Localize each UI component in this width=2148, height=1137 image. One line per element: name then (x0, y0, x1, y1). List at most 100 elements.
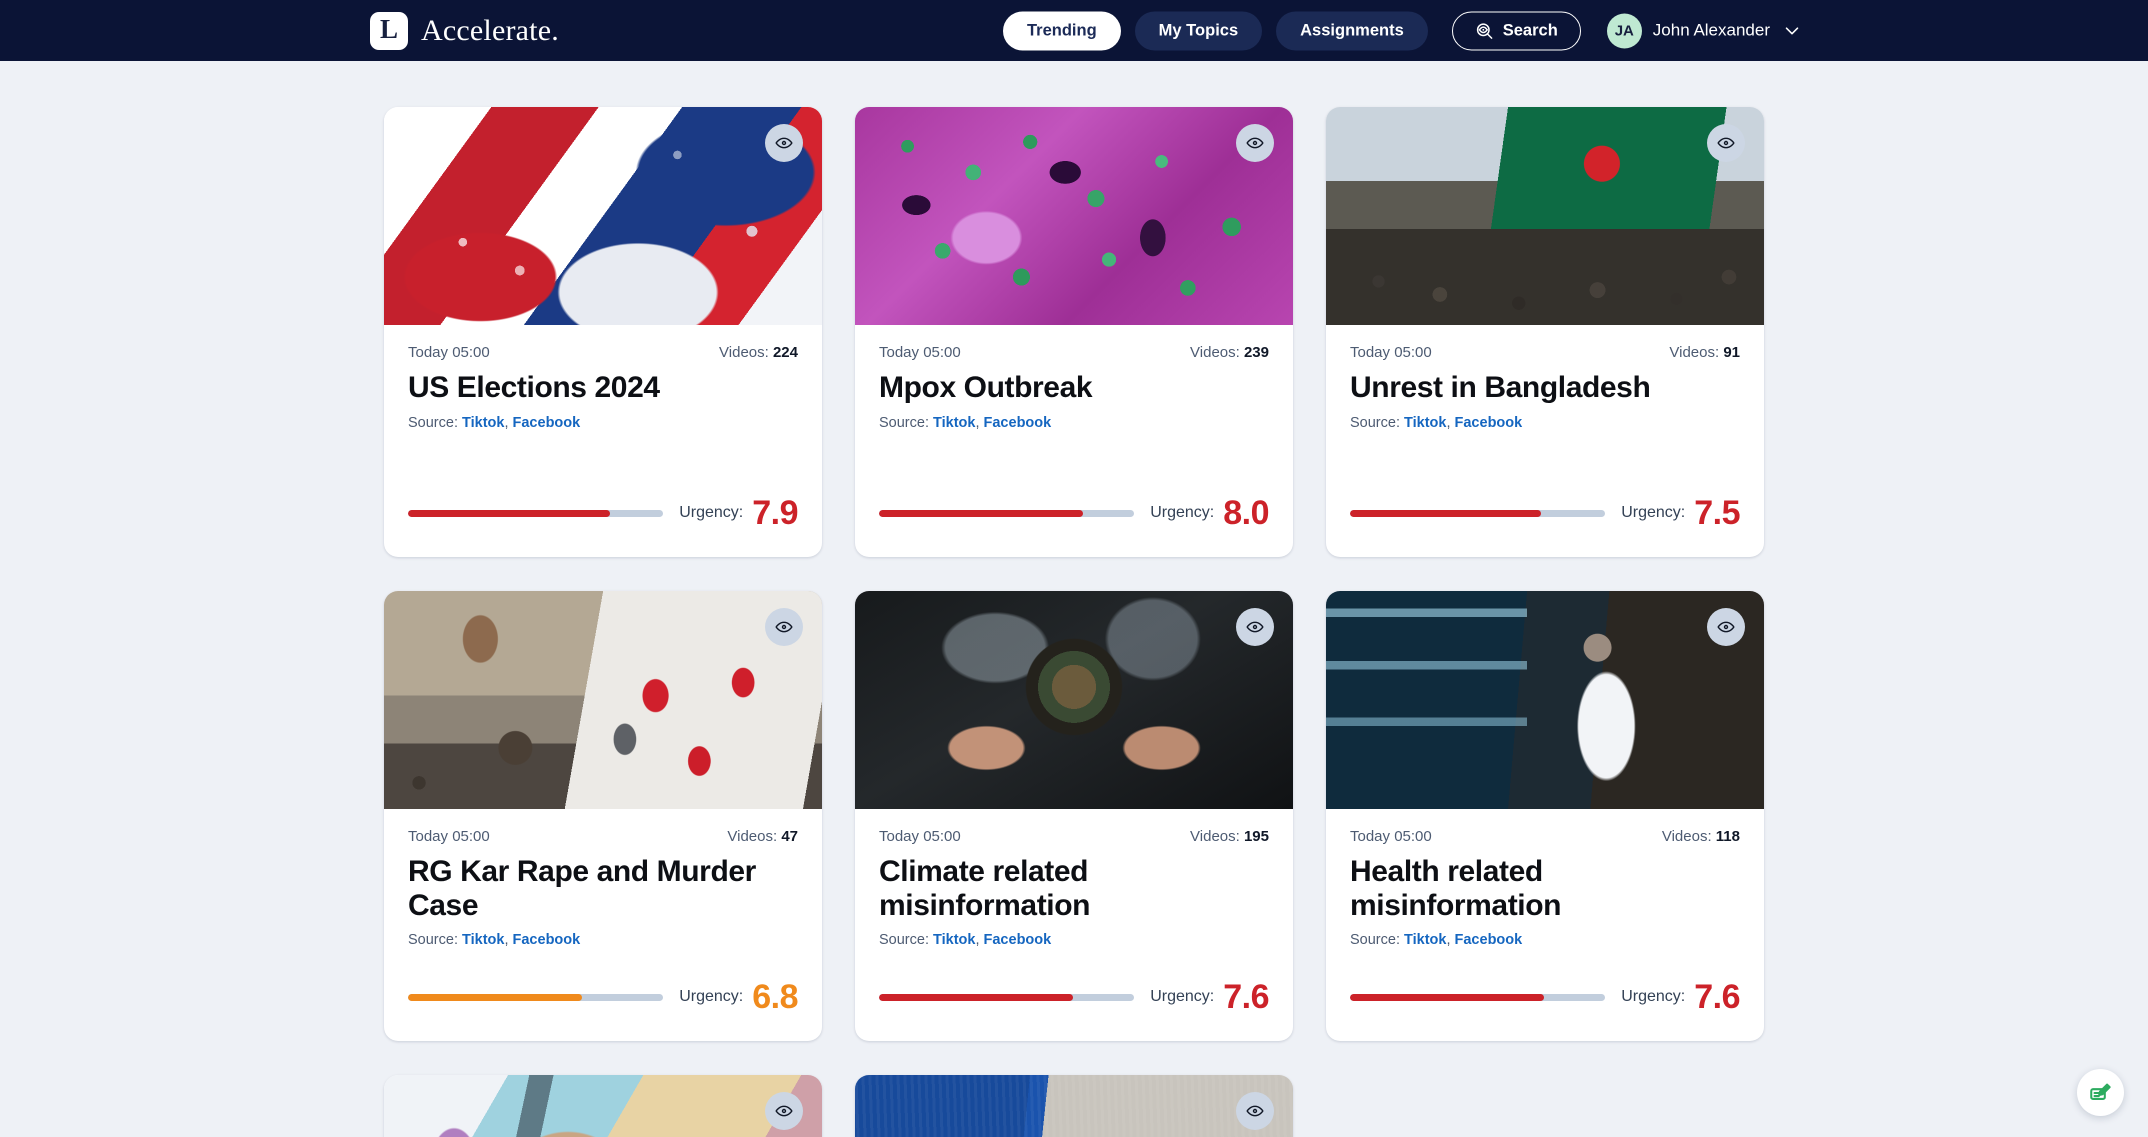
urgency-progress-fill (879, 993, 1073, 1001)
card-timestamp: Today 05:00 (879, 828, 961, 845)
topic-card-grid: Today 05:00 Videos: 224 US Elections 202… (384, 107, 1764, 1137)
card-thumbnail[interactable] (1326, 107, 1764, 325)
card-meta-row: Today 05:00 Videos: 224 (408, 344, 798, 361)
urgency-progress-track (1350, 509, 1606, 517)
vote-badges-photo (384, 107, 822, 325)
source-separator: , (1446, 932, 1455, 949)
source-label: Source: (408, 932, 462, 949)
card-thumbnail[interactable] (855, 591, 1293, 809)
source-separator: , (975, 414, 984, 431)
trending-board: Today 05:00 Videos: 224 US Elections 202… (0, 61, 2148, 1137)
videos-value: 239 (1243, 344, 1269, 361)
eye-icon-button[interactable] (1236, 124, 1274, 162)
source-link-facebook[interactable]: Facebook (1455, 932, 1523, 948)
source-label: Source: (879, 414, 933, 431)
card-footer: Urgency: 7.5 (1326, 496, 1764, 557)
eye-icon-button[interactable] (765, 608, 803, 646)
eye-icon (1716, 617, 1736, 637)
urgency-progress-fill (408, 509, 610, 517)
card-thumbnail[interactable] (384, 107, 822, 325)
topic-card[interactable]: Today 05:00 Videos: 239 Mpox Outbreak So… (855, 107, 1293, 557)
source-link-facebook[interactable]: Facebook (1455, 415, 1523, 431)
topic-card[interactable]: Today 05:00 Videos: 224 US Elections 202… (384, 107, 822, 557)
card-footer: Urgency: 7.6 (1326, 980, 1764, 1041)
feedback-compose-icon (2088, 1080, 2114, 1106)
user-menu[interactable]: JA John Alexander (1606, 13, 1803, 48)
source-separator: , (504, 414, 513, 431)
brand-logo[interactable]: L Accelerate. (370, 11, 559, 50)
eye-icon-button[interactable] (1707, 608, 1745, 646)
urgency-progress-fill (408, 993, 582, 1001)
topic-card[interactable] (384, 1075, 822, 1137)
card-thumbnail[interactable] (855, 1075, 1293, 1137)
source-link-facebook[interactable]: Facebook (984, 415, 1052, 431)
urgency-progress-fill (1350, 509, 1542, 517)
source-link-tiktok[interactable]: Tiktok (1404, 932, 1446, 948)
card-meta-row: Today 05:00 Videos: 91 (1350, 344, 1740, 361)
card-timestamp: Today 05:00 (879, 344, 961, 361)
card-title: Health related misinformation (1350, 855, 1562, 922)
card-thumbnail[interactable] (384, 591, 822, 809)
urgency-value: 7.6 (1694, 978, 1740, 1016)
topic-card[interactable] (855, 1075, 1293, 1137)
card-body: Today 05:00 Videos: 239 Mpox Outbreak So… (855, 325, 1293, 496)
videos-label: Videos: (1669, 344, 1724, 361)
videos-value: 195 (1243, 828, 1269, 845)
source-link-facebook[interactable]: Facebook (984, 932, 1052, 948)
urgency-label: Urgency: (679, 504, 744, 521)
videos-value: 118 (1715, 828, 1740, 845)
topic-card[interactable]: Today 05:00 Videos: 91 Unrest in Banglad… (1326, 107, 1764, 557)
feedback-fab-button[interactable] (2077, 1069, 2124, 1116)
card-sources: Source: Tiktok, Facebook (1350, 932, 1740, 948)
videos-value: 47 (781, 828, 798, 845)
tab-my-topics[interactable]: My Topics (1134, 11, 1263, 50)
search-button[interactable]: Search (1451, 11, 1581, 50)
card-meta-row: Today 05:00 Videos: 47 (408, 828, 798, 845)
tab-assignments[interactable]: Assignments (1276, 11, 1428, 50)
source-link-tiktok[interactable]: Tiktok (933, 932, 975, 948)
blue-textured-surface-photo (855, 1075, 1293, 1137)
source-link-tiktok[interactable]: Tiktok (462, 415, 504, 431)
pharmacist-shelves-photo (1326, 591, 1764, 809)
eye-icon-button[interactable] (1707, 124, 1745, 162)
card-meta-row: Today 05:00 Videos: 118 (1350, 828, 1740, 845)
eye-icon-button[interactable] (1236, 1092, 1274, 1130)
topic-card[interactable]: Today 05:00 Videos: 118 Health related m… (1326, 591, 1764, 1041)
card-meta-row: Today 05:00 Videos: 239 (879, 344, 1269, 361)
source-link-tiktok[interactable]: Tiktok (462, 932, 504, 948)
source-link-facebook[interactable]: Facebook (513, 415, 581, 431)
world-map-globe-photo (384, 1075, 822, 1137)
source-label: Source: (408, 414, 462, 431)
chevron-down-icon[interactable] (1781, 20, 1803, 42)
user-name: John Alexander (1652, 20, 1770, 40)
card-sources: Source: Tiktok, Facebook (408, 932, 798, 948)
urgency-progress-track (879, 993, 1135, 1001)
nav-right-group: Trending My Topics Assignments Search JA… (1003, 11, 1803, 50)
rg-kar-protest-photo (384, 591, 822, 809)
source-link-facebook[interactable]: Facebook (513, 932, 581, 948)
urgency-progress-track (408, 509, 664, 517)
source-link-tiktok[interactable]: Tiktok (1404, 415, 1446, 431)
videos-label: Videos: (1661, 828, 1716, 845)
card-thumbnail[interactable] (384, 1075, 822, 1137)
eye-icon (1245, 617, 1265, 637)
eye-icon-button[interactable] (765, 124, 803, 162)
eye-icon-button[interactable] (765, 1092, 803, 1130)
source-link-tiktok[interactable]: Tiktok (933, 415, 975, 431)
source-label: Source: (1350, 414, 1404, 431)
card-timestamp: Today 05:00 (1350, 828, 1432, 845)
videos-value: 224 (772, 344, 798, 361)
tab-trending[interactable]: Trending (1003, 11, 1121, 50)
urgency-progress-fill (1350, 993, 1544, 1001)
urgency-value: 7.6 (1223, 978, 1269, 1016)
card-thumbnail[interactable] (855, 107, 1293, 325)
topic-card[interactable]: Today 05:00 Videos: 47 RG Kar Rape and M… (384, 591, 822, 1041)
card-thumbnail[interactable] (1326, 591, 1764, 809)
eye-icon (1716, 133, 1736, 153)
card-video-count: Videos: 195 (1190, 828, 1269, 845)
eye-icon-button[interactable] (1236, 608, 1274, 646)
topic-card[interactable]: Today 05:00 Videos: 195 Climate related … (855, 591, 1293, 1041)
urgency-label: Urgency: (1621, 504, 1686, 521)
search-eye-icon (1475, 21, 1494, 40)
source-label: Source: (1350, 932, 1404, 949)
